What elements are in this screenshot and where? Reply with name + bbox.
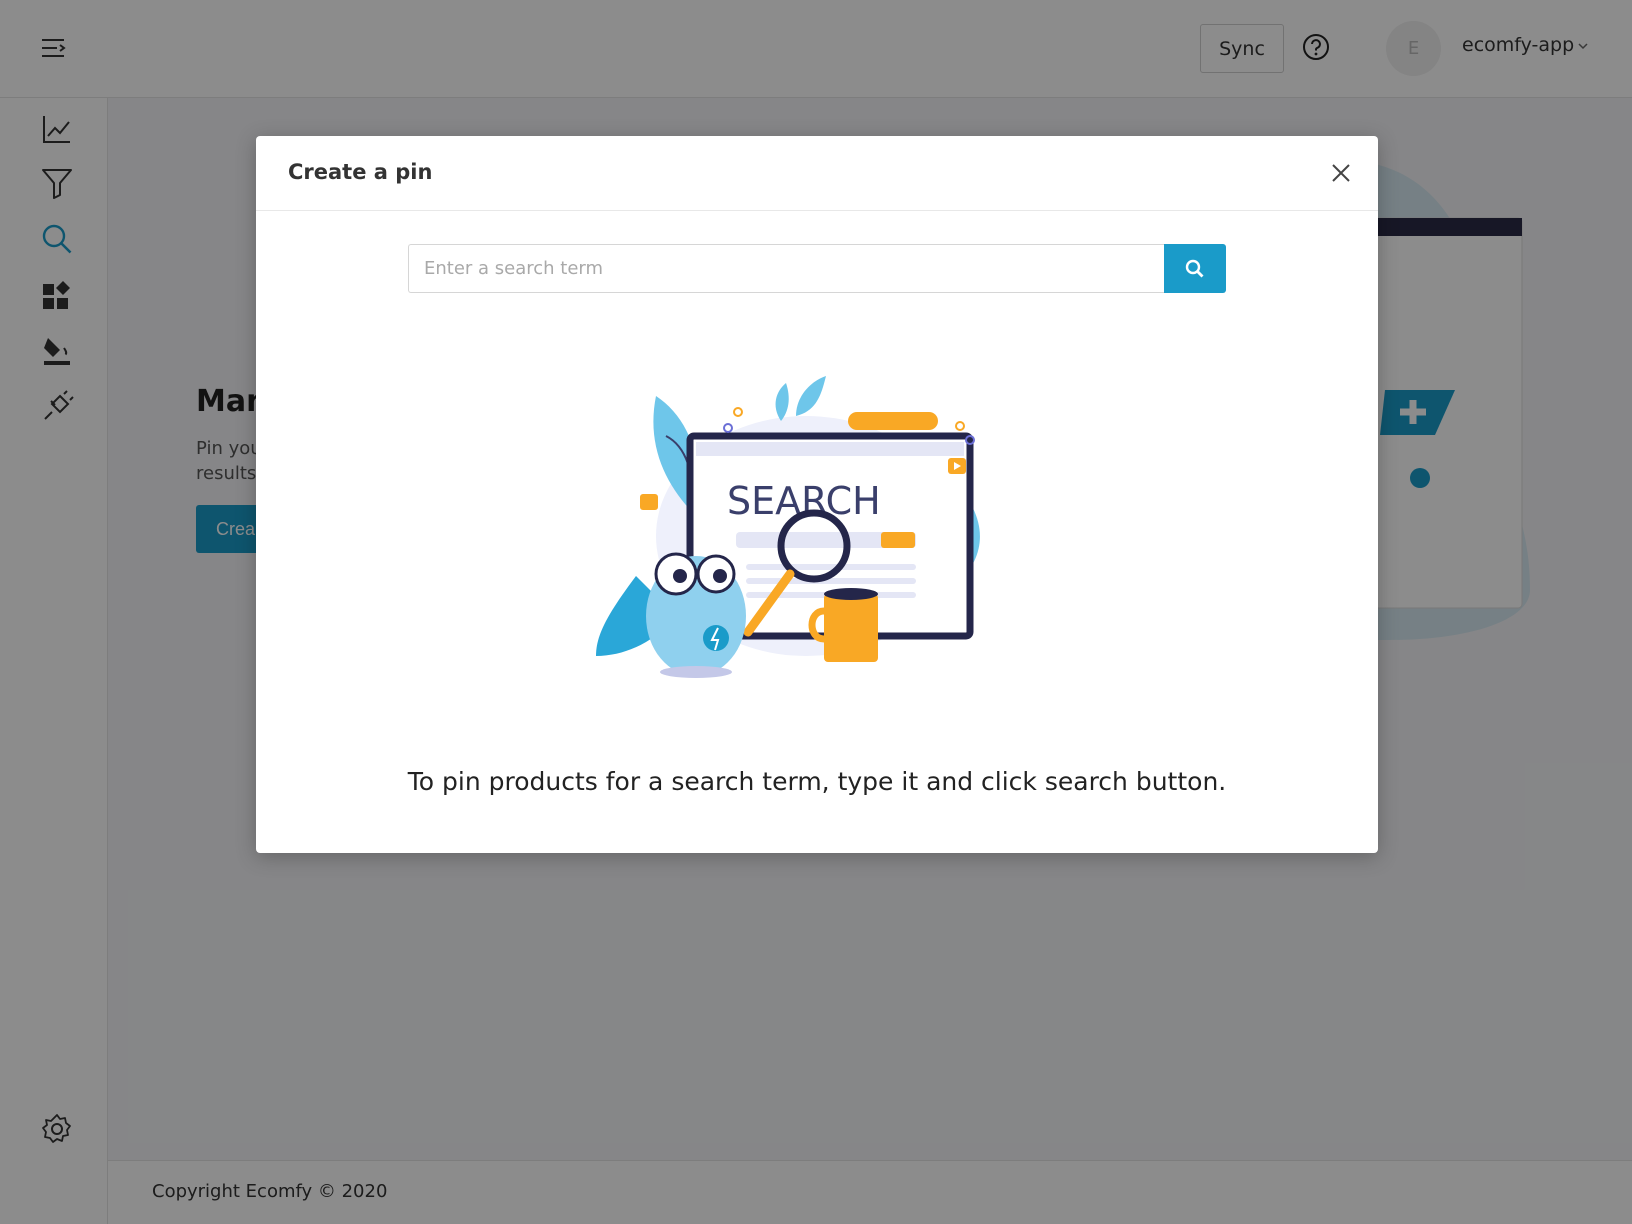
search-input[interactable]: [408, 244, 1164, 293]
search-icon: [1185, 259, 1204, 277]
modal-title: Create a pin: [288, 160, 433, 184]
create-pin-modal: Create a pin SEARCH: [256, 136, 1378, 853]
modal-header: Create a pin: [256, 136, 1378, 211]
close-icon[interactable]: [1328, 160, 1354, 186]
search-button[interactable]: [1164, 244, 1226, 293]
empty-state-message: To pin products for a search term, type …: [407, 767, 1227, 796]
search-illustration: SEARCH: [596, 376, 1016, 696]
search-bar: [408, 244, 1226, 293]
